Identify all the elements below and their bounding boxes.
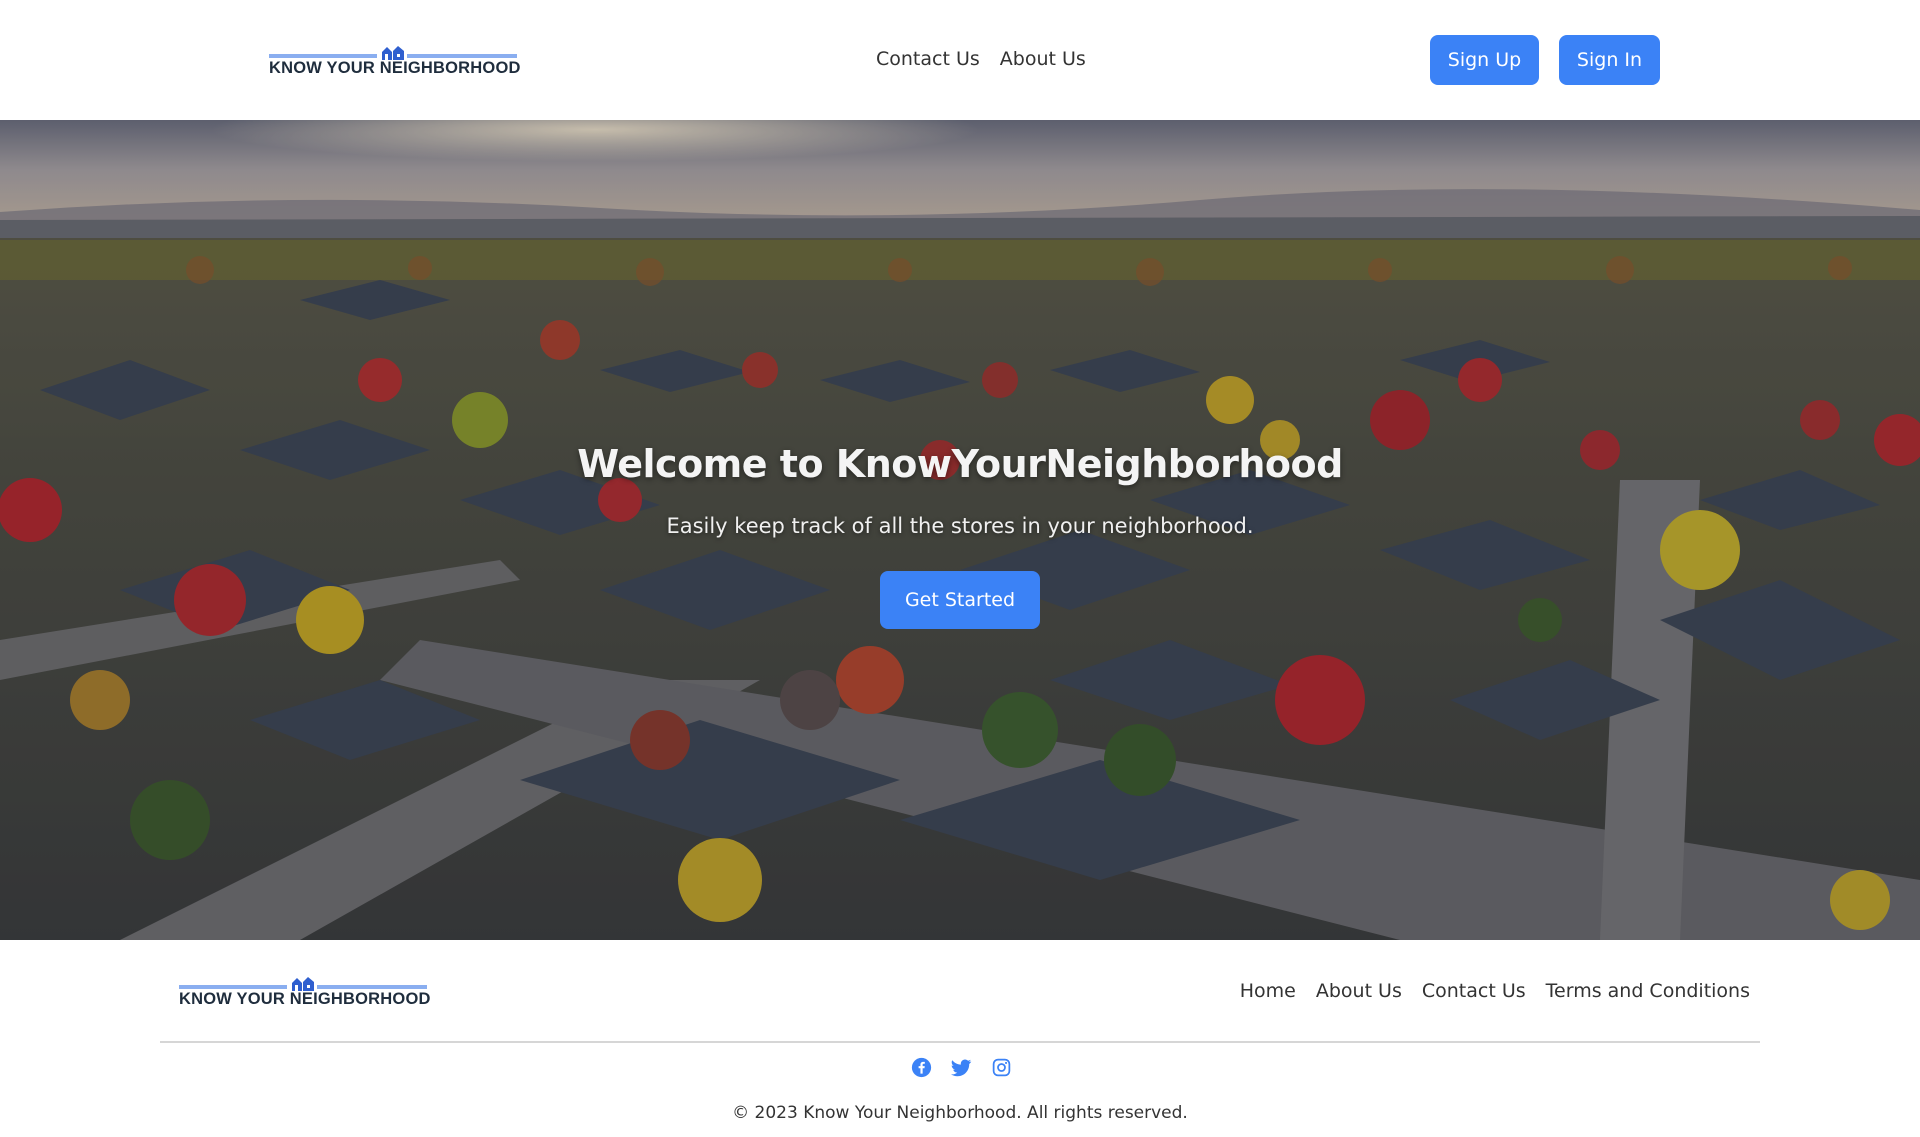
site-header: KNOW YOUR NEIGHBORHOOD Contact Us About … xyxy=(0,0,1920,120)
twitter-icon[interactable] xyxy=(950,1057,972,1078)
footer-logo[interactable]: KNOW YOUR NEIGHBORHOOD xyxy=(179,975,430,1009)
logo-text: KNOW YOUR NEIGHBORHOOD xyxy=(179,990,431,1008)
nav-contact-us[interactable]: Contact Us xyxy=(876,48,980,70)
sign-up-button[interactable]: Sign Up xyxy=(1430,35,1539,85)
sign-in-button[interactable]: Sign In xyxy=(1559,35,1660,85)
footer-divider xyxy=(160,1041,1760,1043)
footer-nav-home[interactable]: Home xyxy=(1240,980,1296,1002)
facebook-icon[interactable] xyxy=(911,1057,932,1078)
footer-nav-terms[interactable]: Terms and Conditions xyxy=(1546,980,1750,1002)
house-icon xyxy=(382,46,404,60)
site-footer: KNOW YOUR NEIGHBORHOOD Home About Us Con… xyxy=(0,940,1920,1137)
logo-stripe xyxy=(407,54,517,58)
hero-subtitle: Easily keep track of all the stores in y… xyxy=(666,514,1254,538)
logo-stripe xyxy=(317,985,427,989)
footer-nav: Home About Us Contact Us Terms and Condi… xyxy=(1240,980,1750,1002)
hero-title: Welcome to KnowYourNeighborhood xyxy=(577,442,1343,486)
header-nav: Contact Us About Us xyxy=(876,48,1086,70)
house-icon xyxy=(292,977,314,991)
nav-about-us[interactable]: About Us xyxy=(1000,48,1086,70)
logo-stripe xyxy=(269,54,377,58)
header-logo[interactable]: KNOW YOUR NEIGHBORHOOD xyxy=(269,44,520,78)
copyright-text: © 2023 Know Your Neighborhood. All right… xyxy=(732,1103,1188,1123)
logo-text: KNOW YOUR NEIGHBORHOOD xyxy=(269,59,521,77)
logo-stripe xyxy=(179,985,287,989)
get-started-button[interactable]: Get Started xyxy=(880,571,1040,629)
social-links xyxy=(911,1057,1012,1078)
footer-nav-about-us[interactable]: About Us xyxy=(1316,980,1402,1002)
hero-section: Welcome to KnowYourNeighborhood Easily k… xyxy=(0,120,1920,940)
footer-nav-contact-us[interactable]: Contact Us xyxy=(1422,980,1526,1002)
instagram-icon[interactable] xyxy=(991,1057,1012,1078)
